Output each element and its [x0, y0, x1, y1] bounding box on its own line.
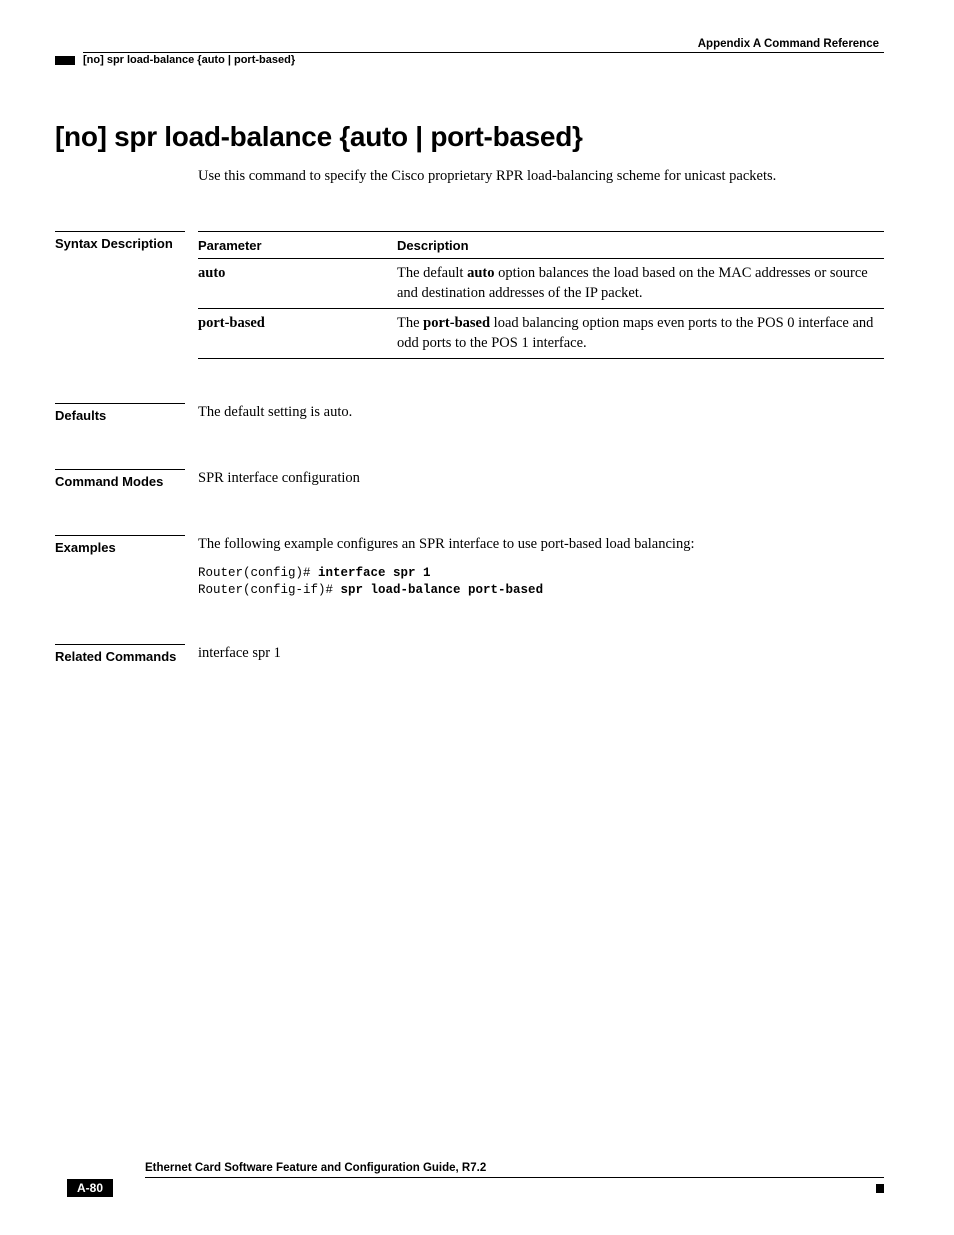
modes-text: SPR interface configuration	[198, 469, 884, 491]
page-title: [no] spr load-balance {auto | port-based…	[55, 121, 884, 153]
label-defaults: Defaults	[55, 403, 185, 423]
desc-pre: The	[397, 315, 423, 331]
section-related: Related Commands interface spr 1	[55, 644, 884, 666]
section-defaults: Defaults The default setting is auto.	[55, 403, 884, 425]
footer: Ethernet Card Software Feature and Confi…	[55, 1162, 884, 1197]
desc-bold: auto	[467, 265, 494, 281]
page: Appendix A Command Reference [no] spr lo…	[0, 0, 954, 1235]
code-prompt: Router(config)#	[198, 566, 318, 580]
section-examples: Examples The following example configure…	[55, 535, 884, 600]
desc-cell: The default auto option balances the loa…	[397, 259, 884, 309]
example-code: Router(config)# interface spr 1 Router(c…	[198, 565, 884, 600]
code-command: interface spr 1	[318, 566, 431, 580]
desc-pre: The default	[397, 265, 467, 281]
desc-bold: port-based	[423, 315, 490, 331]
desc-cell: The port-based load balancing option map…	[397, 309, 884, 359]
table-row: port-based The port-based load balancing…	[198, 309, 884, 359]
code-command: spr load-balance port-based	[341, 583, 544, 597]
related-text: interface spr 1	[198, 644, 884, 666]
examples-text: The following example configures an SPR …	[198, 535, 884, 555]
param-cell: auto	[198, 259, 397, 309]
footer-title: Ethernet Card Software Feature and Confi…	[145, 1162, 486, 1174]
section-modes: Command Modes SPR interface configuratio…	[55, 469, 884, 491]
label-modes: Command Modes	[55, 469, 185, 489]
header-command-short: [no] spr load-balance {auto | port-based…	[83, 54, 295, 66]
intro-text: Use this command to specify the Cisco pr…	[198, 167, 884, 187]
label-related: Related Commands	[55, 644, 185, 664]
th-description: Description	[397, 231, 884, 259]
header-marker-block	[55, 56, 75, 65]
syntax-table: Parameter Description auto The default a…	[198, 231, 884, 360]
label-syntax: Syntax Description	[55, 231, 185, 251]
page-number: A-80	[67, 1179, 113, 1197]
label-examples: Examples	[55, 535, 185, 555]
code-prompt: Router(config-if)#	[198, 583, 341, 597]
defaults-text: The default setting is auto.	[198, 403, 884, 425]
section-syntax: Syntax Description Parameter Description…	[55, 231, 884, 360]
footer-marker-block	[876, 1184, 884, 1193]
header-sub-row: [no] spr load-balance {auto | port-based…	[55, 54, 884, 66]
param-cell: port-based	[198, 309, 397, 359]
th-parameter: Parameter	[198, 231, 397, 259]
header-appendix: Appendix A Command Reference	[83, 38, 884, 53]
table-row: auto The default auto option balances th…	[198, 259, 884, 309]
